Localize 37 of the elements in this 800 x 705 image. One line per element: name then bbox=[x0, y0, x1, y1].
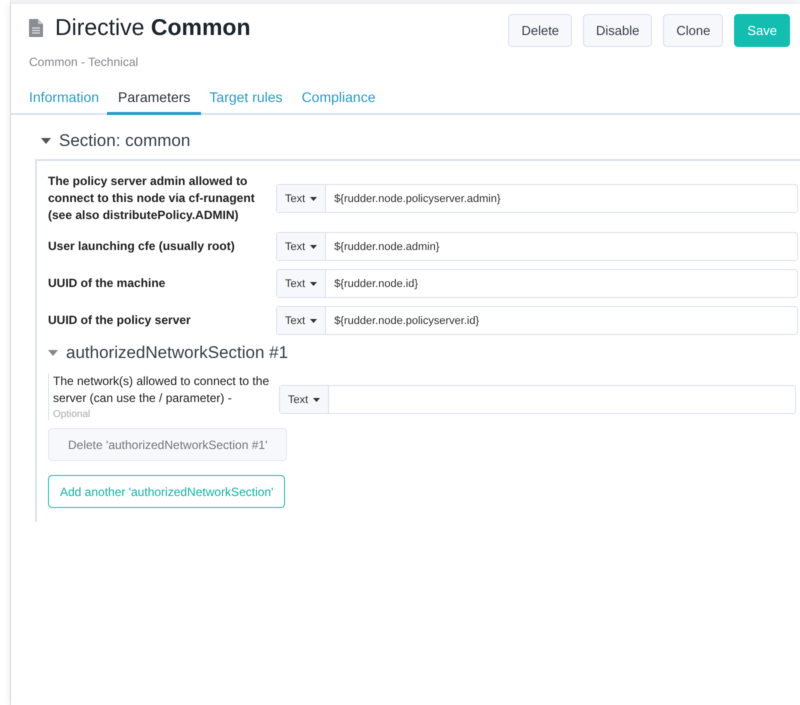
subtitle: Common - Technical bbox=[29, 55, 140, 69]
caret-icon bbox=[310, 244, 318, 248]
page-title: Directive Common bbox=[55, 14, 251, 41]
input-field[interactable]: Text bbox=[279, 385, 796, 414]
field-label: The policy server admin allowed to connect to this node via cf-runagent (see also distributePolicy.ADMIN) bbox=[48, 173, 256, 224]
field-value: ${rudder.node.policyserver.id} bbox=[333, 314, 480, 328]
document-icon bbox=[29, 18, 43, 36]
field-value: ${rudder.node.admin} bbox=[333, 240, 440, 254]
section-title: Section: common bbox=[59, 131, 190, 151]
header-button[interactable]: Clone bbox=[663, 14, 724, 47]
field-label: UUID of the machine bbox=[48, 275, 166, 292]
input-field[interactable]: Text ${rudder.node.admin} bbox=[276, 232, 798, 261]
type-dropdown[interactable]: Text bbox=[277, 270, 326, 297]
caret-icon bbox=[310, 282, 318, 286]
field-value: ${rudder.node.policyserver.admin} bbox=[333, 192, 501, 206]
caret-icon bbox=[310, 196, 318, 200]
tab[interactable]: Parameters bbox=[107, 89, 202, 115]
field-label: User launching cfe (usually root) bbox=[48, 238, 236, 255]
type-dropdown[interactable]: Text bbox=[277, 307, 326, 334]
caret-icon bbox=[310, 318, 318, 322]
delete-section-button[interactable]: Delete 'authorizedNetworkSection #1' bbox=[48, 428, 288, 461]
field-label: The network(s) allowed to connect to the server (can use the / parameter) - bbox=[53, 373, 270, 407]
caret-icon bbox=[313, 398, 320, 402]
field-label: UUID of the policy server bbox=[48, 312, 192, 329]
header-button[interactable]: Delete bbox=[508, 14, 572, 47]
input-field[interactable]: Text ${rudder.node.id} bbox=[276, 269, 798, 298]
caret-icon[interactable] bbox=[48, 350, 58, 356]
optional-hint: Optional bbox=[53, 409, 92, 420]
caret-icon[interactable] bbox=[41, 138, 51, 144]
input-field[interactable]: Text ${rudder.node.policyserver.id} bbox=[276, 306, 798, 335]
type-dropdown[interactable]: Text bbox=[280, 386, 330, 413]
type-dropdown[interactable]: Text bbox=[277, 185, 326, 212]
field-value: ${rudder.node.id} bbox=[333, 276, 418, 292]
input-field[interactable]: Text ${rudder.node.policyserver.admin} bbox=[276, 184, 798, 213]
type-dropdown[interactable]: Text bbox=[277, 233, 326, 260]
header-button[interactable]: Disable bbox=[583, 14, 652, 47]
subsection-title: authorizedNetworkSection #1 bbox=[66, 343, 288, 363]
